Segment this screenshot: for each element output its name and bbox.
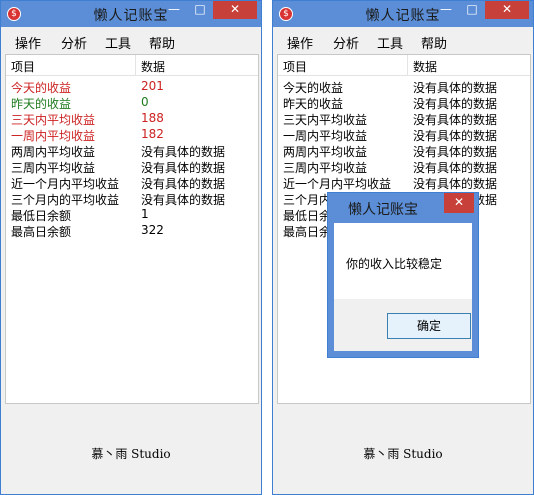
main-window-left: $ 懒人记账宝 — □ ✕ 操作 分析 工具 帮助 项目 数据 今天的收益 20… bbox=[0, 0, 262, 495]
minimize-icon[interactable]: — bbox=[161, 1, 187, 19]
header-item[interactable]: 项目 bbox=[283, 58, 307, 75]
table-row[interactable]: 昨天的收益 没有具体的数据 bbox=[278, 94, 530, 111]
close-icon[interactable]: ✕ bbox=[213, 1, 257, 19]
message-dialog: 懒人记账宝 ✕ 你的收入比较稳定 确定 bbox=[327, 192, 479, 358]
footer: 慕丶雨 Studio bbox=[273, 405, 533, 494]
menu-help[interactable]: 帮助 bbox=[149, 33, 175, 52]
table-row[interactable]: 昨天的收益 0 bbox=[6, 94, 258, 111]
table-row[interactable]: 三天内平均收益 188 bbox=[6, 110, 258, 127]
list-header: 项目 数据 bbox=[278, 55, 530, 76]
title-bar[interactable]: $ 懒人记账宝 — □ ✕ bbox=[1, 1, 261, 27]
table-row[interactable]: 最高日余额 322 bbox=[6, 222, 258, 239]
table-row[interactable]: 今天的收益 没有具体的数据 bbox=[278, 78, 530, 95]
dialog-button-area: 确定 bbox=[334, 299, 472, 351]
dialog-body: 你的收入比较稳定 bbox=[334, 223, 472, 299]
header-data[interactable]: 数据 bbox=[413, 58, 437, 75]
table-row[interactable]: 三周内平均收益 没有具体的数据 bbox=[278, 158, 530, 175]
table-row[interactable]: 两周内平均收益 没有具体的数据 bbox=[6, 142, 258, 159]
row-value: 201 bbox=[141, 79, 164, 93]
row-value: 1 bbox=[141, 207, 149, 221]
title-bar[interactable]: $ 懒人记账宝 — □ ✕ bbox=[273, 1, 533, 27]
header-data[interactable]: 数据 bbox=[141, 58, 165, 75]
table-row[interactable]: 三个月内的平均收益 没有具体的数据 bbox=[6, 190, 258, 207]
footer: 慕丶雨 Studio bbox=[1, 405, 261, 494]
menu-analyze[interactable]: 分析 bbox=[61, 33, 87, 52]
dialog-close-icon[interactable]: ✕ bbox=[444, 193, 474, 213]
row-value: 188 bbox=[141, 111, 164, 125]
studio-credit: 慕丶雨 Studio bbox=[91, 447, 171, 461]
row-label: 最高日余 bbox=[283, 225, 332, 239]
maximize-icon[interactable]: □ bbox=[187, 1, 213, 19]
ok-button[interactable]: 确定 bbox=[387, 313, 471, 339]
row-value: 322 bbox=[141, 223, 164, 237]
table-row[interactable]: 两周内平均收益 没有具体的数据 bbox=[278, 142, 530, 159]
stats-list[interactable]: 项目 数据 今天的收益 201 昨天的收益 0 三天内平均收益 188 一周内平… bbox=[5, 54, 259, 404]
menu-tools[interactable]: 工具 bbox=[105, 33, 131, 52]
minimize-icon[interactable]: — bbox=[433, 1, 459, 19]
table-row[interactable]: 三周内平均收益 没有具体的数据 bbox=[6, 158, 258, 175]
menu-analyze[interactable]: 分析 bbox=[333, 33, 359, 52]
close-icon[interactable]: ✕ bbox=[485, 1, 529, 19]
list-header: 项目 数据 bbox=[6, 55, 258, 76]
table-row[interactable]: 一周内平均收益 没有具体的数据 bbox=[278, 126, 530, 143]
table-row[interactable]: 最低日余额 1 bbox=[6, 206, 258, 223]
menu-bar: 操作 分析 工具 帮助 bbox=[273, 27, 533, 54]
studio-credit: 慕丶雨 Studio bbox=[363, 447, 443, 461]
menu-help[interactable]: 帮助 bbox=[421, 33, 447, 52]
table-row[interactable]: 近一个月内平均收益 没有具体的数据 bbox=[6, 174, 258, 191]
maximize-icon[interactable]: □ bbox=[459, 1, 485, 19]
column-divider[interactable] bbox=[135, 55, 136, 75]
menu-bar: 操作 分析 工具 帮助 bbox=[1, 27, 261, 54]
row-label: 最高日余额 bbox=[11, 225, 72, 239]
table-row[interactable]: 三天内平均收益 没有具体的数据 bbox=[278, 110, 530, 127]
table-row[interactable]: 一周内平均收益 182 bbox=[6, 126, 258, 143]
menu-tools[interactable]: 工具 bbox=[377, 33, 403, 52]
table-row[interactable]: 今天的收益 201 bbox=[6, 78, 258, 95]
row-value: 0 bbox=[141, 95, 149, 109]
dialog-title[interactable]: 懒人记账宝 bbox=[328, 199, 438, 219]
table-row[interactable]: 近一个月内平均收益 没有具体的数据 bbox=[278, 174, 530, 191]
row-value: 182 bbox=[141, 127, 164, 141]
header-item[interactable]: 项目 bbox=[11, 58, 35, 75]
menu-operate[interactable]: 操作 bbox=[15, 33, 41, 52]
menu-operate[interactable]: 操作 bbox=[287, 33, 313, 52]
column-divider[interactable] bbox=[407, 55, 408, 75]
dialog-message: 你的收入比较稳定 bbox=[346, 257, 443, 271]
